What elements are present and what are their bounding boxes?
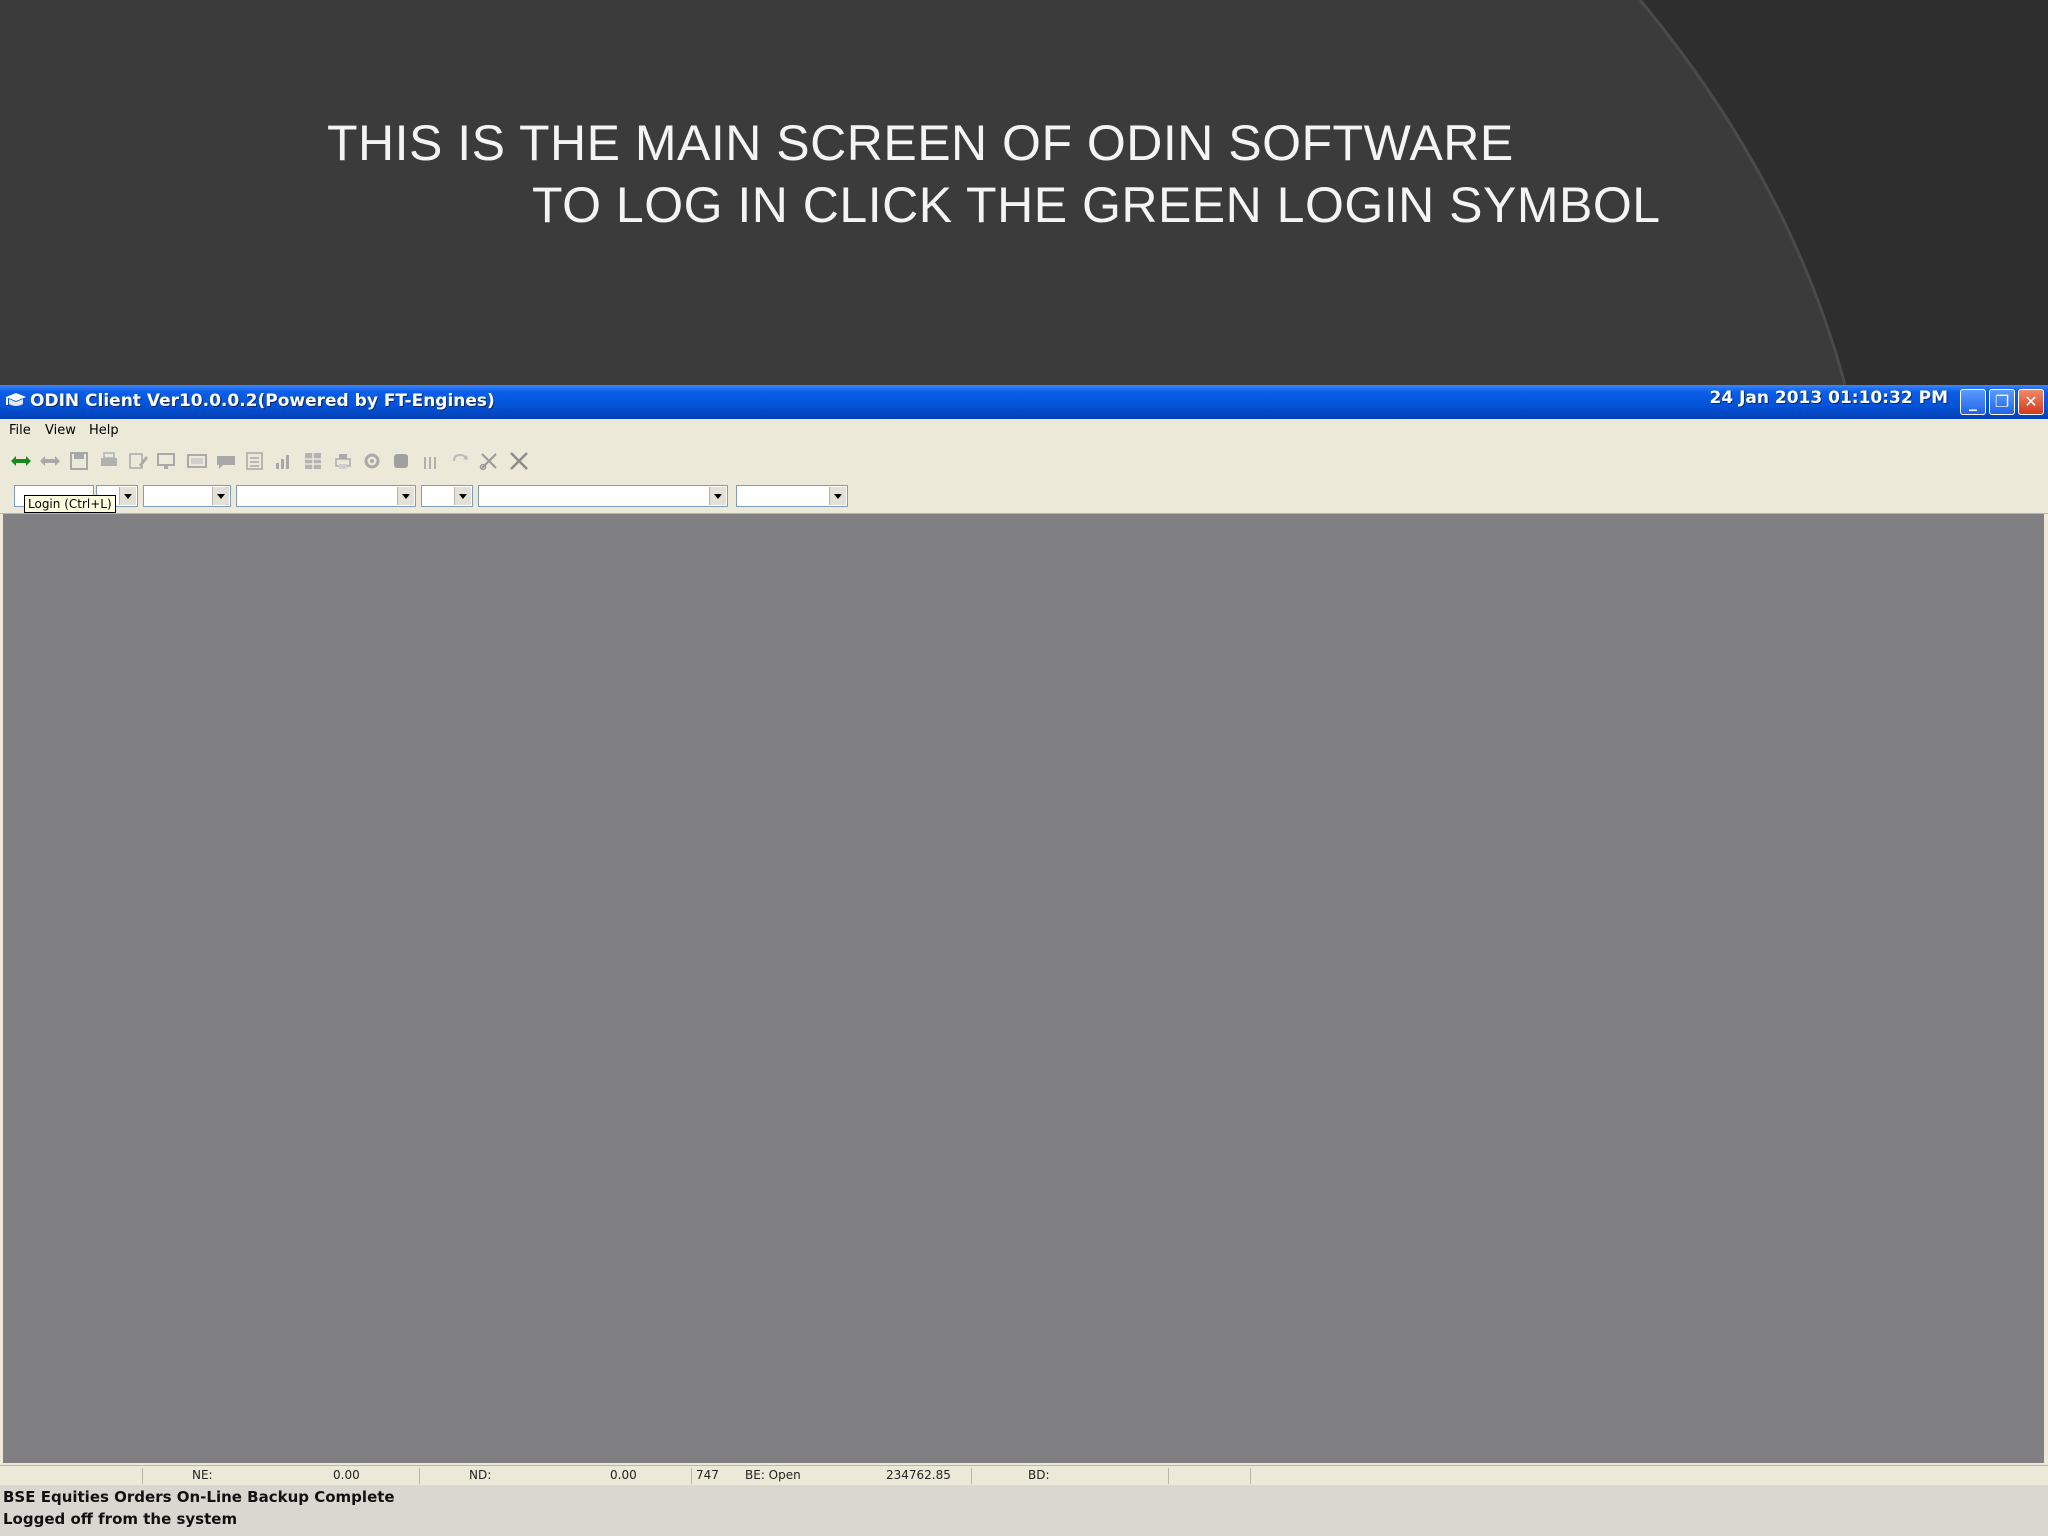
settings-icon[interactable] — [361, 451, 383, 471]
table-icon[interactable] — [302, 451, 324, 471]
window-title: ODIN Client Ver10.0.0.2(Powered by FT-En… — [30, 391, 495, 411]
instrument-combo[interactable] — [143, 485, 231, 507]
menu-file[interactable]: File — [9, 423, 31, 438]
window-datetime: 24 Jan 2013 01:10:32 PM — [1709, 388, 1949, 408]
chevron-down-icon[interactable] — [212, 487, 229, 505]
chevron-down-icon[interactable] — [709, 487, 726, 505]
slide-caption-line-1: THIS IS THE MAIN SCREEN OF ODIN SOFTWARE — [327, 115, 1514, 171]
symbol-combo[interactable] — [236, 485, 416, 507]
login-tooltip: Login (Ctrl+L) — [24, 495, 116, 513]
close-button[interactable]: ✕ — [2018, 389, 2044, 415]
edit-icon[interactable] — [127, 451, 149, 471]
expiry-combo[interactable] — [736, 485, 848, 507]
cut-icon[interactable] — [478, 451, 500, 471]
selection-combo-row — [0, 479, 2048, 514]
printer-icon[interactable] — [332, 451, 354, 471]
message-line: Logged off from the system — [3, 1510, 238, 1528]
status-cell-ne — [144, 1468, 420, 1484]
message-log: BSE Equities Orders On-Line Backup Compl… — [0, 1485, 2048, 1536]
chart-icon[interactable] — [273, 451, 295, 471]
status-cell-blank — [2, 1468, 143, 1484]
title-bar[interactable]: ODIN Client Ver10.0.0.2(Powered by FT-En… — [0, 385, 2048, 419]
app-logo-icon — [6, 393, 26, 406]
chevron-down-icon[interactable] — [119, 487, 136, 505]
refresh-icon[interactable] — [449, 451, 471, 471]
restore-button[interactable]: ❐ — [1989, 389, 2015, 415]
toolbar — [0, 443, 2048, 479]
minimize-button[interactable]: _ — [1960, 389, 1986, 415]
monitor-icon[interactable] — [156, 451, 178, 471]
chevron-down-icon[interactable] — [397, 487, 414, 505]
menu-bar: File View Help — [0, 419, 2048, 444]
odin-client-window: ODIN Client Ver10.0.0.2(Powered by FT-En… — [0, 385, 2048, 1536]
close-x-icon[interactable] — [508, 451, 530, 471]
status-cell-be — [693, 1468, 972, 1484]
chevron-down-icon[interactable] — [454, 487, 471, 505]
status-bar: NE: 0.00 ND: 0.00 747 BE: Open 234762.85… — [0, 1465, 2048, 1486]
contract-combo[interactable] — [478, 485, 728, 507]
status-cell-bd — [973, 1468, 1169, 1484]
chevron-down-icon[interactable] — [829, 487, 846, 505]
series-combo[interactable] — [421, 485, 473, 507]
save-icon[interactable] — [68, 451, 90, 471]
window-icon[interactable] — [186, 451, 208, 471]
workspace-area — [3, 514, 2044, 1463]
menu-view[interactable]: View — [45, 423, 76, 438]
menu-help[interactable]: Help — [89, 423, 119, 438]
status-cell-end — [1170, 1468, 1251, 1484]
stop-icon[interactable] — [390, 451, 412, 471]
slide-caption-line-2: TO LOG IN CLICK THE GREEN LOGIN SYMBOL — [532, 177, 1661, 233]
print-icon[interactable] — [98, 451, 120, 471]
report-icon[interactable] — [244, 451, 266, 471]
status-cell-nd — [421, 1468, 692, 1484]
message-line: BSE Equities Orders On-Line Backup Compl… — [3, 1488, 395, 1506]
message-icon[interactable] — [215, 451, 237, 471]
bars-icon[interactable] — [420, 451, 442, 471]
login-icon[interactable] — [10, 451, 32, 471]
logout-icon[interactable] — [39, 451, 61, 471]
